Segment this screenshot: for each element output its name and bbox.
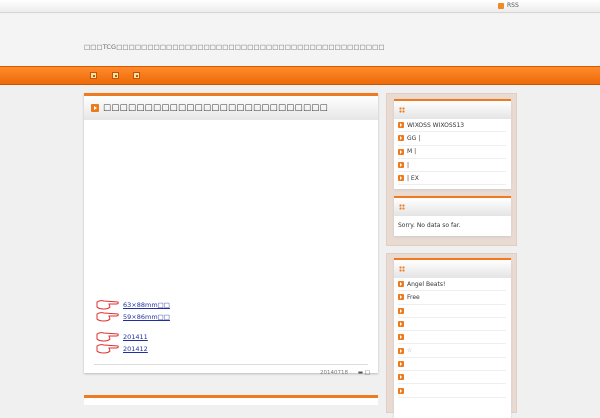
grid-icon [399, 266, 405, 272]
sidebar-box-1: WIXOSS WIXOSS13 GG | M | | | EX Sorry. N… [386, 93, 517, 246]
nav-item-2[interactable] [112, 72, 119, 79]
widget-header [394, 101, 511, 119]
widget-ranking: Sorry. No data so far. [394, 196, 511, 236]
widget-item[interactable] [398, 318, 506, 332]
main-nav [0, 66, 600, 85]
widget-item[interactable]: Free [398, 291, 506, 305]
post-link[interactable]: 59×86mm□□ [123, 313, 170, 321]
post-date: 20140718 [320, 370, 348, 376]
post-link[interactable]: 201411 [123, 333, 148, 341]
pointing-hand-icon [96, 343, 120, 354]
top-bar: RSS [0, 0, 600, 13]
bullet-icon [398, 162, 404, 169]
item-label: ☆ [407, 347, 413, 355]
post-title[interactable]: □□□□□□□□□□□□□□□□□□□□□□□□□□□ [103, 103, 328, 113]
site-header: □□□TCG□□□□□□□□□□□□□□□□□□□□□□□□□□□□□□□□□□… [0, 14, 600, 66]
widget-tags: Angel Beats! Free ☆ [394, 258, 511, 418]
widget-item[interactable] [398, 358, 506, 372]
post-title-icon [91, 104, 99, 112]
bullet-icon [398, 135, 404, 142]
post-header: □□□□□□□□□□□□□□□□□□□□□□□□□□□ [84, 96, 378, 120]
item-label: Angel Beats! [407, 280, 446, 288]
folder-icon: ▬ [357, 370, 365, 376]
widget-header [394, 198, 511, 216]
nav-item-3[interactable] [133, 72, 140, 79]
bullet-icon [398, 148, 404, 155]
bullet-icon [398, 321, 404, 328]
widget-item[interactable]: M | [398, 146, 506, 159]
grid-icon [399, 107, 405, 113]
widget-item[interactable]: | [398, 159, 506, 173]
widget-header [394, 260, 511, 278]
rss-icon [498, 2, 504, 9]
bullet-icon [398, 122, 404, 129]
nav-item-1[interactable] [90, 72, 97, 79]
widget-item[interactable]: Angel Beats! [398, 278, 506, 292]
widget-item[interactable] [398, 384, 506, 398]
widget-item[interactable] [398, 305, 506, 318]
widget-item[interactable] [398, 331, 506, 345]
rss-label: RSS [507, 2, 519, 9]
widget-item[interactable] [398, 371, 506, 385]
post-link[interactable]: 201412 [123, 345, 148, 353]
bullet-icon [398, 387, 404, 394]
post-link[interactable]: 63×88mm□□ [123, 301, 170, 309]
widget-categories: WIXOSS WIXOSS13 GG | M | | | EX [394, 99, 511, 189]
item-label: | [407, 161, 410, 169]
pointing-hand-icon [96, 299, 120, 310]
item-label: | EX [407, 174, 419, 182]
bullet-icon [398, 175, 404, 182]
bullet-icon [398, 347, 404, 354]
item-label: WIXOSS WIXOSS13 [407, 121, 465, 129]
widget-item[interactable]: | EX [398, 172, 506, 186]
grid-icon [399, 204, 405, 210]
pointing-hand-icon [96, 331, 120, 342]
post-links: 63×88mm□□ 59×86mm□□ 201411 201412 [96, 299, 170, 355]
item-label: Free [407, 293, 420, 301]
site-tagline: □□□TCG□□□□□□□□□□□□□□□□□□□□□□□□□□□□□□□□□□… [84, 43, 385, 51]
item-label: GG | [407, 134, 421, 142]
widget-item[interactable]: WIXOSS WIXOSS13 [398, 119, 506, 133]
post-card: □□□□□□□□□□□□□□□□□□□□□□□□□□□ 63×88mm□□ 59… [84, 93, 378, 376]
post-category-label: □ [364, 370, 370, 376]
bullet-icon [398, 360, 404, 367]
post-footer-divider [94, 364, 368, 365]
bullet-icon [398, 307, 404, 314]
post-category[interactable]: ▬ □ [358, 370, 370, 376]
bullet-icon [398, 334, 404, 341]
pointing-hand-icon [96, 311, 120, 322]
widget-item[interactable]: GG | [398, 132, 506, 146]
no-data-text: Sorry. No data so far. [398, 222, 461, 229]
widget-item[interactable]: ☆ [398, 344, 506, 358]
post-card-2 [84, 395, 378, 405]
item-label: M | [407, 148, 417, 156]
bullet-icon [398, 281, 404, 288]
bullet-icon [398, 294, 404, 301]
rss-link[interactable]: RSS [498, 2, 519, 9]
bullet-icon [398, 374, 404, 381]
sidebar-box-2: Angel Beats! Free ☆ [386, 253, 517, 418]
